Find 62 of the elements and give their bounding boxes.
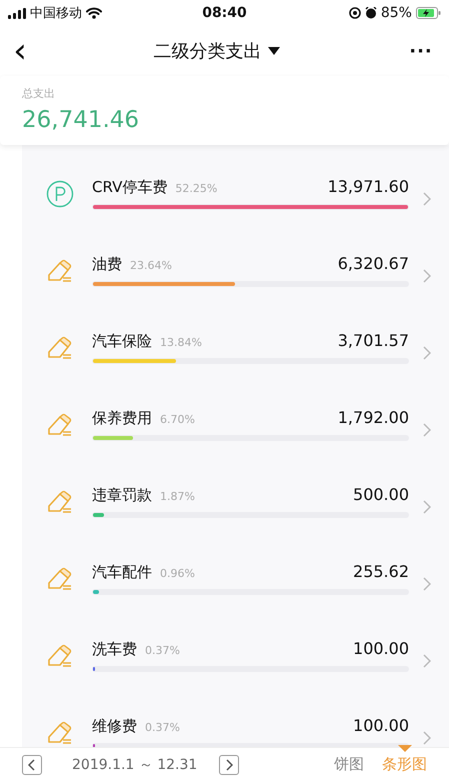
category-row[interactable]: 洗车费 0.37% 100.00 [22,617,449,694]
category-row[interactable]: 汽车保险 13.84% 3,701.57 [22,309,449,386]
category-percent: 0.37% [145,644,180,657]
category-row[interactable]: 油费 23.64% 6,320.67 [22,232,449,309]
alarm-icon [364,7,377,19]
category-amount: 3,701.57 [338,331,409,350]
battery-percent: 85% [380,5,412,21]
category-name: 保养费用 [92,409,152,428]
category-amount: 1,792.00 [338,408,409,427]
category-percent: 1.87% [160,490,195,503]
dropdown-icon [268,47,280,55]
more-button[interactable]: ··· [401,40,441,62]
category-amount: 255.62 [353,562,409,581]
wifi-icon [86,7,102,19]
category-amount: 6,320.67 [338,254,409,273]
category-name: 油费 [92,255,122,274]
category-percent: 6.70% [160,413,195,426]
carrier-name: 中国移动 [30,5,82,22]
next-button[interactable] [219,754,240,774]
chevron-right-icon [423,268,431,282]
battery-icon [416,7,441,19]
category-percent: 23.64% [130,259,172,272]
category-row[interactable]: 维修费 0.37% 100.00 [22,694,449,747]
category-percent: 0.37% [145,721,180,734]
category-percent: 0.96% [160,567,195,580]
category-name: 违章罚款 [92,486,152,505]
chevron-right-icon [423,192,431,206]
parking-icon [46,180,74,208]
chevron-right-icon [423,422,431,436]
category-amount: 13,971.60 [328,177,409,196]
category-row[interactable]: 汽车配件 0.96% 255.62 [22,540,449,617]
category-percent: 52.25% [175,182,218,195]
clock-time: 08:40 [202,5,247,21]
chart-tab[interactable]: 饼图 [334,755,364,774]
chevron-right-icon [423,500,431,514]
date-range: 2019.1.1 ～ 12.31 [72,756,198,774]
chevron-right-icon [225,758,234,770]
category-name: 维修费 [92,717,137,736]
category-amount: 500.00 [353,485,409,504]
category-row[interactable]: CRV停车费 52.25% 13,971.60 [22,155,449,232]
category-name: 汽车配件 [92,563,152,582]
chevron-left-icon [28,758,36,770]
category-amount: 100.00 [353,716,409,735]
total-label: 总支出 [22,86,56,101]
category-dropdown[interactable]: 二级分类支出 [154,39,280,63]
selected-indicator-icon [398,745,412,752]
previous-button[interactable] [22,754,42,774]
chevron-right-icon [423,576,431,590]
total-amount: 26,741.46 [22,107,140,133]
chevron-right-icon [423,654,431,668]
category-row[interactable]: 违章罚款 1.87% 500.00 [22,463,449,540]
category-row[interactable]: 保养费用 6.70% 1,792.00 [22,386,449,463]
category-name: CRV停车费 [92,178,168,197]
category-name: 洗车费 [92,640,137,659]
category-name: 汽车保险 [92,332,152,351]
category-amount: 100.00 [353,639,409,658]
category-percent: 13.84% [160,336,202,349]
rotation-lock-icon [348,7,361,19]
back-button[interactable]: ‹ [8,36,32,66]
signal-icon [8,8,26,18]
chevron-right-icon [423,730,431,744]
chevron-right-icon [423,346,431,360]
